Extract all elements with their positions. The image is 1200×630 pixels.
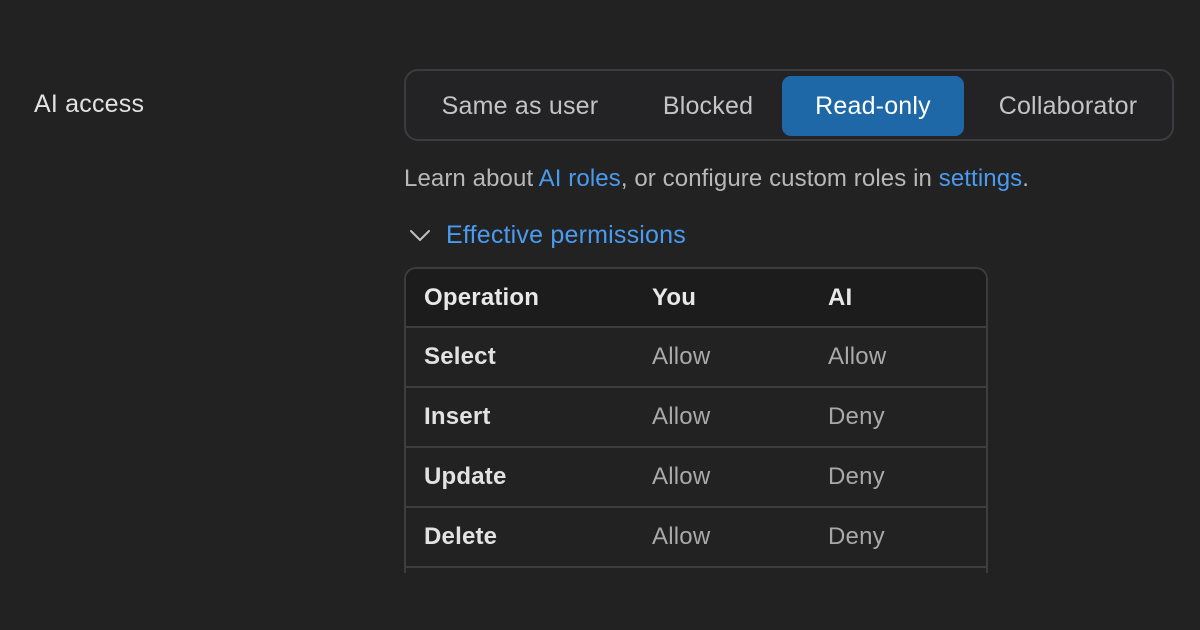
column-header-ai: AI xyxy=(828,284,853,311)
ai-permission-cell: Deny xyxy=(828,403,885,430)
column-header-you: You xyxy=(652,284,697,311)
ai-permission-cell: Deny xyxy=(828,463,885,490)
operation-cell: Insert xyxy=(424,403,491,430)
segment-blocked[interactable]: Blocked xyxy=(644,76,772,136)
help-text-suffix: . xyxy=(1022,165,1030,192)
operation-cell: Update xyxy=(424,463,507,490)
ai-permission-cell: Deny xyxy=(828,523,885,550)
ai-access-label: AI access xyxy=(34,90,145,118)
settings-link[interactable]: settings xyxy=(939,165,1023,192)
column-header-operation: Operation xyxy=(424,284,540,311)
effective-permissions-toggle[interactable]: Effective permissions xyxy=(408,219,686,251)
operation-cell: Delete xyxy=(424,523,498,550)
help-text-middle: , or configure custom roles in xyxy=(620,165,939,192)
you-permission-cell: Allow xyxy=(652,403,711,430)
ai-roles-help-text: Learn about AI roles, or configure custo… xyxy=(404,164,1029,194)
table-header-row: Operation You AI xyxy=(406,269,986,328)
permissions-table: Operation You AI Select Allow Allow Inse… xyxy=(404,267,988,573)
segment-read-only[interactable]: Read-only xyxy=(782,76,964,136)
help-text-prefix: Learn about xyxy=(404,165,539,192)
ai-roles-link[interactable]: AI roles xyxy=(539,165,621,192)
you-permission-cell: Allow xyxy=(652,523,711,550)
ai-permission-cell: Allow xyxy=(828,343,887,370)
table-row-clipped xyxy=(406,568,986,573)
chevron-down-icon xyxy=(410,230,430,241)
operation-cell: Select xyxy=(424,343,496,370)
segment-collaborator[interactable]: Collaborator xyxy=(976,76,1160,136)
table-row: Select Allow Allow xyxy=(406,328,986,388)
segment-same-as-user[interactable]: Same as user xyxy=(422,76,618,136)
effective-permissions-label: Effective permissions xyxy=(446,221,686,249)
you-permission-cell: Allow xyxy=(652,343,711,370)
table-row: Delete Allow Deny xyxy=(406,508,986,568)
table-row: Insert Allow Deny xyxy=(406,388,986,448)
table-row: Update Allow Deny xyxy=(406,448,986,508)
ai-access-segmented-control: Same as user Blocked Read-only Collabora… xyxy=(404,69,1174,141)
you-permission-cell: Allow xyxy=(652,463,711,490)
